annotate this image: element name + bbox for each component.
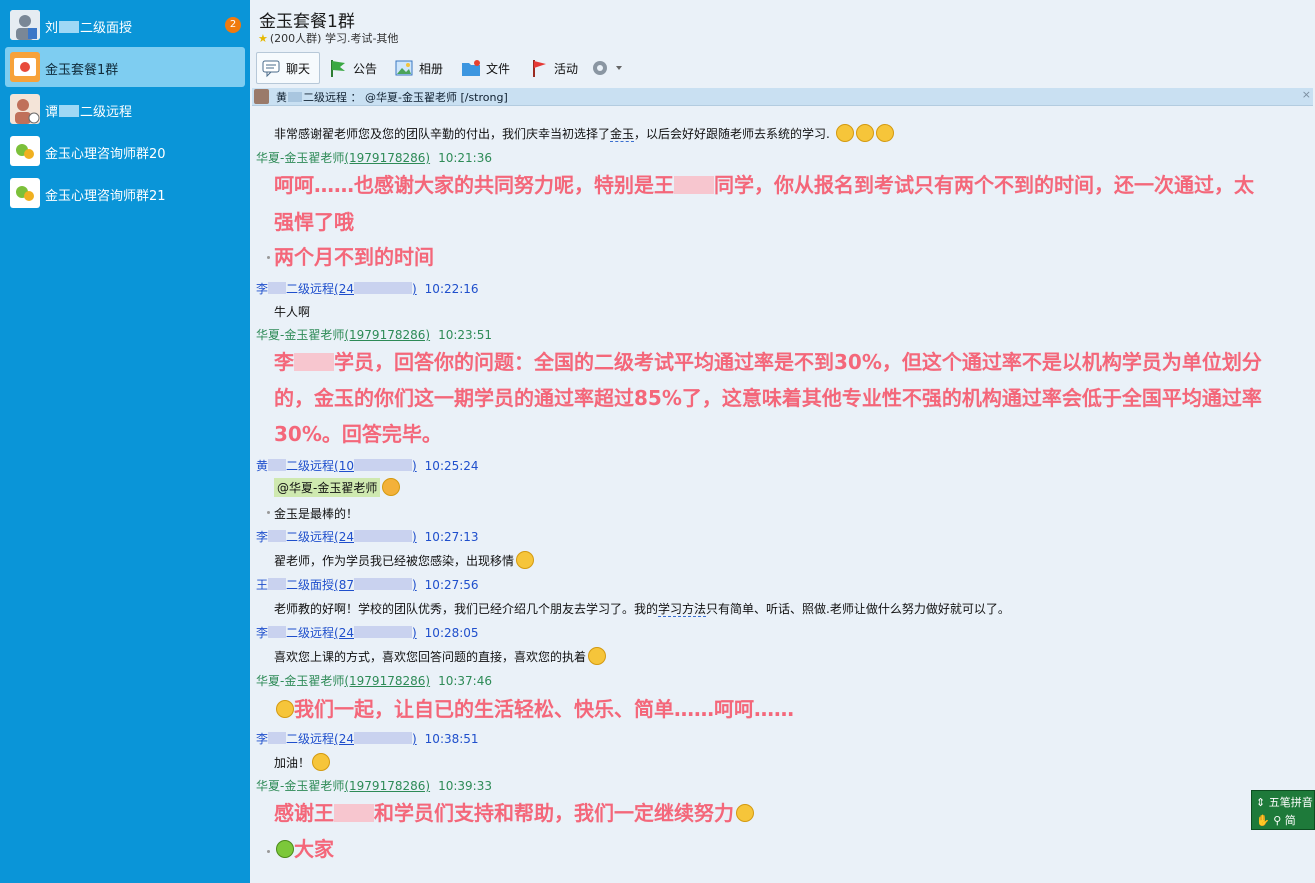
group-toolbar: 聊天 公告 相册 文件 活动 [256, 52, 1311, 84]
message-text: 加油！ [274, 753, 331, 771]
star-icon: ★ [258, 32, 268, 45]
message-text: 我们一起，让自已的生活轻松、快乐、简单……呵呵…… [274, 691, 1310, 728]
message-header[interactable]: 黄二级远程(10) 10:25:24 [256, 457, 479, 474]
message-text: 大家 [274, 831, 1310, 868]
red-flag-icon [533, 60, 546, 77]
hand-icon[interactable]: ✋ [1256, 814, 1270, 827]
bullet-dot [267, 511, 270, 514]
search-icon[interactable]: ⚲ [1273, 814, 1281, 827]
expand-icon: ⇕ [1256, 796, 1266, 809]
fist-emoji-icon [875, 124, 894, 142]
message-header[interactable]: 李二级远程(24) 10:22:16 [256, 280, 479, 297]
thumbs-up-emoji-icon [382, 478, 401, 496]
group-avatar [10, 136, 40, 166]
chevron-down-icon [616, 66, 622, 70]
message-text: 翟老师，作为学员我已经被您感染，出现移情 [274, 551, 535, 569]
thinking-emoji-icon [516, 551, 535, 569]
group-logo-icon [10, 52, 40, 82]
person-emoji-icon [276, 840, 294, 858]
message-header[interactable]: 华夏-金玉翟老师(1979178286) 10:39:33 [256, 777, 492, 794]
group-subtitle: ★ (200人群) 学习.考试-其他 [258, 32, 399, 45]
bullet-dot [267, 256, 270, 259]
group-avatar [10, 52, 40, 82]
message-text: 呵呵……也感谢大家的共同努力呢，特别是王 同学，你从报名到考试只有两个不到的时间，… [274, 173, 1254, 197]
message-header[interactable]: 李二级远程(24) 10:38:51 [256, 730, 479, 747]
leaf-logo-icon [10, 178, 40, 208]
conversation-sidebar: 刘二级面授 2 金玉套餐1群 谭二级远程 金玉心理咨询师群20 金玉心理咨询师群… [0, 0, 250, 883]
ime-tools: ✋ ⚲ 简 [1256, 814, 1296, 827]
message-text: 感谢王 和学员们支持和帮助，我们一定继续努力 [274, 795, 1310, 832]
person-avatar-icon [10, 10, 40, 40]
determined-emoji-icon [736, 804, 754, 822]
user-avatar [10, 94, 40, 124]
conversation-name: 谭二级远程 [45, 105, 133, 120]
fist-emoji-icon [855, 124, 874, 142]
group-title: 金玉套餐1群 [259, 12, 355, 32]
conversation-item-jinyu-20[interactable]: 金玉心理咨询师群20 [5, 131, 245, 171]
gear-icon [593, 61, 607, 75]
pinned-message-bar[interactable]: 黄二级远程 ： @华夏-金玉翟老师 [/strong] × [252, 88, 1313, 106]
message-text: 两个月不到的时间 [274, 245, 434, 269]
fist-emoji-icon [835, 124, 854, 142]
user-avatar [10, 10, 40, 40]
bullet-dot [267, 850, 270, 853]
message-header[interactable]: 华夏-金玉翟老师(1979178286) 10:23:51 [256, 326, 492, 343]
tab-notice[interactable]: 公告 [328, 52, 377, 84]
tab-album[interactable]: 相册 [394, 52, 443, 84]
tab-activity[interactable]: 活动 [529, 52, 578, 84]
message-text: 30%。回答完毕。 [274, 422, 442, 446]
group-avatar [10, 178, 40, 208]
folder-icon [462, 60, 480, 76]
message-header[interactable]: 李二级远程(24) 10:28:05 [256, 624, 479, 641]
leaf-logo-icon [10, 136, 40, 166]
settings-menu-button[interactable] [590, 52, 623, 84]
conversation-name: 刘二级面授 [45, 21, 133, 36]
message-text: 牛人啊 [274, 305, 311, 319]
pinned-message-text: 黄二级远程 ： @华夏-金玉翟老师 [/strong] [276, 91, 508, 104]
message-header[interactable]: 华夏-金玉翟老师(1979178286) 10:21:36 [256, 149, 492, 166]
close-icon[interactable]: × [1302, 88, 1311, 101]
grin-emoji-icon [588, 647, 607, 665]
message-header[interactable]: 华夏-金玉翟老师(1979178286) 10:37:46 [256, 672, 492, 689]
conversation-item-jinyu-1[interactable]: 金玉套餐1群 [5, 47, 245, 87]
thinking-emoji-icon [276, 700, 294, 718]
message-header[interactable]: 李二级远程(24) 10:27:13 [256, 528, 479, 545]
conversation-name: 金玉心理咨询师群21 [45, 189, 166, 204]
smile-emoji-icon [312, 753, 331, 771]
chat-bubble-icon [262, 60, 280, 78]
message-list[interactable]: 非常感谢翟老师您及您的团队辛勤的付出，我们庆幸当初选择了金玉，以后会好好跟随老师… [250, 106, 1315, 883]
message-header[interactable]: 王二级面授(87) 10:27:56 [256, 576, 479, 593]
message-text: 非常感谢翟老师您及您的团队辛勤的付出，我们庆幸当初选择了金玉，以后会好好跟随老师… [274, 124, 894, 142]
mention-tag[interactable]: @华夏-金玉翟老师 [274, 478, 381, 497]
message-text: 强悍了哦 [274, 210, 354, 234]
user-avatar [254, 89, 269, 104]
tab-files[interactable]: 文件 [461, 52, 510, 84]
person-avatar-icon [10, 94, 40, 124]
chat-window: 金玉套餐1群 ★(200人群) 学习.考试-其他 聊天 公告 相册 文件 活动 [250, 0, 1315, 883]
ime-status-bar[interactable]: ⇕ 五笔拼音 ✋ ⚲ 简 [1251, 790, 1315, 830]
message-text: 金玉是最棒的！ [274, 507, 359, 521]
unread-badge: 2 [225, 17, 241, 33]
message-text: 的，金玉的你们这一期学员的通过率超过85%了，这意味着其他专业性不强的机构通过率… [274, 386, 1262, 410]
ime-mode-label: ⇕ 五笔拼音 [1256, 796, 1313, 809]
conversation-item-tan[interactable]: 谭二级远程 [5, 89, 245, 129]
conversation-item-jinyu-21[interactable]: 金玉心理咨询师群21 [5, 173, 245, 213]
message-text: 李学员，回答你的问题：全国的二级考试平均通过率是不到30%，但这个通过率不是以机… [274, 350, 1262, 374]
message-text: @华夏-金玉翟老师 [274, 478, 401, 497]
conversation-name: 金玉心理咨询师群20 [45, 147, 166, 162]
tab-chat[interactable]: 聊天 [256, 52, 320, 84]
flag-notice-icon [331, 60, 345, 77]
conversation-item-liu[interactable]: 刘二级面授 2 [5, 5, 245, 45]
conversation-name: 金玉套餐1群 [45, 63, 119, 78]
message-text: 老师教的好啊！学校的团队优秀，我们已经介绍几个朋友去学习了。我的学习方法只有简单… [274, 602, 1010, 617]
photo-album-icon [395, 60, 413, 76]
message-text: 喜欢您上课的方式，喜欢您回答问题的直接，喜欢您的执着 [274, 647, 607, 665]
